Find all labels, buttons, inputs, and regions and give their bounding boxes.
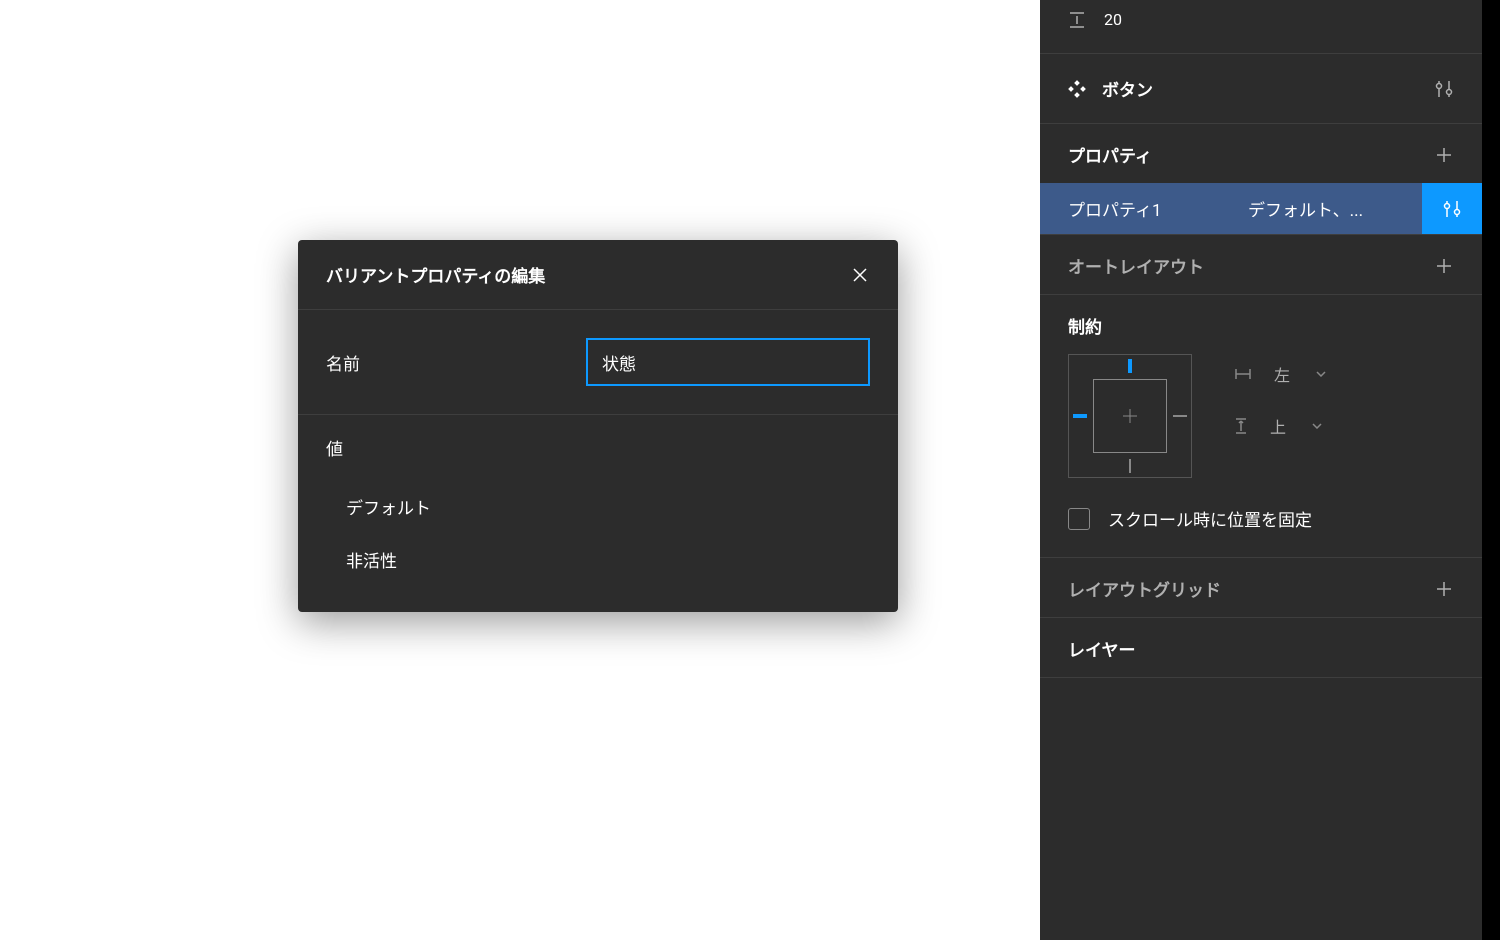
constraint-tick-right: [1173, 415, 1187, 417]
auto-layout-section: オートレイアウト: [1040, 235, 1482, 295]
auto-layout-header: オートレイアウト: [1040, 235, 1482, 294]
horizontal-icon: [1234, 367, 1252, 381]
layer-section: レイヤー: [1040, 618, 1482, 678]
modal-title: バリアントプロパティの編集: [326, 262, 545, 287]
value-item[interactable]: 非活性: [326, 533, 870, 586]
property-row[interactable]: プロパティ1 デフォルト、...: [1040, 183, 1482, 234]
vertical-constraint-label: 上: [1270, 414, 1286, 438]
name-field-row: 名前: [326, 338, 870, 386]
constraint-tick-left: [1073, 414, 1087, 418]
spacing-section: 20: [1040, 0, 1482, 54]
properties-title: プロパティ: [1068, 142, 1152, 167]
values-section: 値 デフォルト 非活性: [298, 415, 898, 612]
name-input[interactable]: [586, 338, 870, 386]
constraints-title: 制約: [1068, 313, 1454, 338]
layer-title: レイヤー: [1068, 636, 1136, 661]
constraint-center-icon: [1121, 407, 1139, 425]
auto-layout-title: オートレイアウト: [1068, 253, 1204, 278]
constraint-inner-box: [1093, 379, 1167, 453]
chevron-down-icon: [1316, 371, 1326, 377]
name-label: 名前: [326, 350, 556, 375]
chevron-down-icon: [1312, 423, 1322, 429]
layout-grid-title: レイアウトグリッド: [1068, 576, 1221, 601]
fix-position-label: スクロール時に位置を固定: [1108, 506, 1312, 531]
edit-property-button[interactable]: [1422, 183, 1482, 234]
modal-body: 名前: [298, 310, 898, 415]
value-item[interactable]: デフォルト: [326, 480, 870, 533]
vertical-spacing-row[interactable]: 20: [1040, 0, 1482, 53]
vertical-spacing-icon: [1068, 11, 1086, 29]
horizontal-constraint-select[interactable]: 左: [1234, 362, 1326, 386]
modal-header: バリアントプロパティの編集: [298, 240, 898, 310]
properties-header: プロパティ: [1040, 124, 1482, 183]
component-header: ボタン: [1040, 54, 1482, 123]
vertical-icon: [1234, 417, 1248, 435]
fix-position-checkbox[interactable]: [1068, 508, 1090, 530]
property-name: プロパティ1: [1068, 196, 1248, 221]
add-auto-layout-button[interactable]: [1434, 256, 1454, 276]
constraints-section: 制約: [1040, 295, 1482, 558]
component-settings-icon[interactable]: [1434, 79, 1454, 99]
values-label: 値: [326, 435, 870, 460]
constraint-widget[interactable]: [1068, 354, 1192, 478]
vertical-spacing-value: 20: [1104, 10, 1122, 29]
add-layout-grid-button[interactable]: [1434, 579, 1454, 599]
fix-position-checkbox-row[interactable]: スクロール時に位置を固定: [1068, 506, 1454, 531]
component-section: ボタン: [1040, 54, 1482, 124]
layout-grid-header: レイアウトグリッド: [1040, 558, 1482, 617]
vertical-constraint-select[interactable]: 上: [1234, 414, 1326, 438]
component-name: ボタン: [1102, 76, 1153, 101]
properties-section: プロパティ プロパティ1 デフォルト、...: [1040, 124, 1482, 235]
horizontal-constraint-label: 左: [1274, 362, 1290, 386]
add-property-button[interactable]: [1434, 145, 1454, 165]
design-panel: 20 ボタン: [1040, 0, 1500, 940]
layout-grid-section: レイアウトグリッド: [1040, 558, 1482, 618]
layer-header: レイヤー: [1040, 618, 1482, 677]
edit-variant-property-modal: バリアントプロパティの編集 名前 値 デフォルト 非活性: [298, 240, 898, 612]
constraint-tick-bottom: [1129, 459, 1131, 473]
close-button[interactable]: [850, 265, 870, 285]
component-icon: [1068, 80, 1086, 98]
constraint-tick-top: [1128, 359, 1132, 373]
